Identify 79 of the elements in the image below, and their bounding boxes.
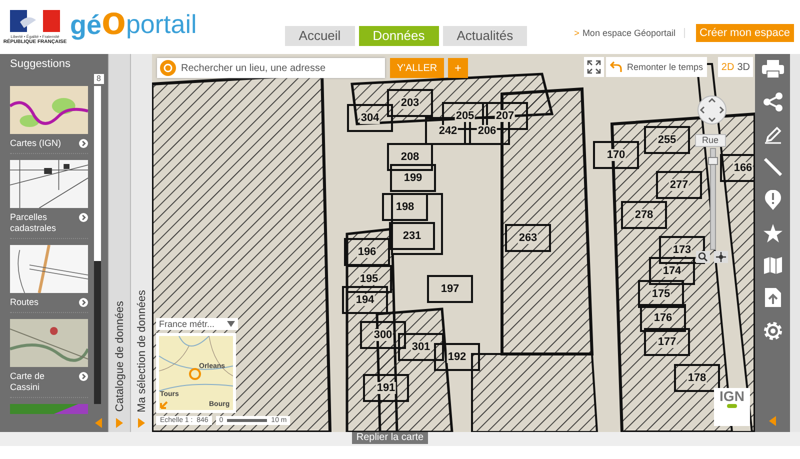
map-icon[interactable] <box>764 257 782 274</box>
ruler-icon[interactable] <box>764 158 782 176</box>
print-icon[interactable] <box>762 60 784 78</box>
nav-tab[interactable]: Accueil <box>284 26 355 46</box>
slider-handle[interactable] <box>708 156 718 165</box>
layer-label[interactable]: Routes <box>10 297 39 308</box>
map-thumbnail[interactable] <box>10 319 88 367</box>
parcel-number: 173 <box>672 244 692 256</box>
parcel-number: 196 <box>356 246 378 258</box>
layer-label[interactable]: Carte de Cassini <box>10 371 74 393</box>
undo-arrow-icon <box>610 61 622 73</box>
time-travel-button[interactable]: Remonter le temps <box>606 57 708 77</box>
parcel-number: 191 <box>376 382 396 394</box>
view-mode-toggle[interactable]: 3D <box>737 62 750 72</box>
parcel-number: 175 <box>650 288 672 300</box>
scrollbar[interactable] <box>94 86 101 404</box>
parcel-number: 177 <box>656 336 678 348</box>
zoom-level-label: Rue <box>695 134 726 147</box>
parcel-number: 300 <box>372 329 394 341</box>
alert-pin-icon[interactable] <box>764 190 780 210</box>
pencil-icon[interactable] <box>764 126 782 144</box>
side-panel-tab[interactable]: Catalogue de données <box>108 54 130 432</box>
chevron-right-icon[interactable] <box>79 298 88 307</box>
parcel-number: 278 <box>634 209 654 221</box>
parcel-number: 263 <box>518 232 538 244</box>
zoom-slider[interactable] <box>710 148 716 250</box>
nav-tab[interactable]: Actualités <box>442 26 528 46</box>
parcel-number: 203 <box>400 97 420 109</box>
parcel-number: 178 <box>686 372 708 384</box>
side-panel-tab[interactable]: Ma sélection de données <box>130 54 152 432</box>
ign-logo[interactable]: IGN <box>714 388 750 426</box>
parcel-number: 301 <box>410 341 432 353</box>
pan-control-icon[interactable] <box>697 95 727 125</box>
parcel-number: 170 <box>606 149 626 161</box>
parcel-number: 176 <box>652 312 674 324</box>
collapse-map-tab[interactable]: Replier la carte <box>352 432 428 444</box>
parcel-number: 242 <box>438 125 458 137</box>
map-thumbnail[interactable] <box>10 245 88 293</box>
parcel-number: 174 <box>662 265 682 277</box>
chevron-marker: > <box>574 28 580 38</box>
map-thumbnail[interactable] <box>10 86 88 134</box>
search-icon[interactable] <box>696 251 710 263</box>
star-icon[interactable] <box>762 224 782 243</box>
region-dropdown[interactable]: France métr... <box>156 318 238 330</box>
parcel-number: 194 <box>354 294 376 306</box>
search-field[interactable]: Rechercher un lieu, une adresse <box>157 58 385 78</box>
parcel-number: 192 <box>446 351 468 363</box>
marianne-flag-icon <box>10 10 60 32</box>
file-upload-icon[interactable] <box>764 288 780 307</box>
parcel-number: 166 <box>732 162 754 174</box>
count-badge: 8 <box>94 74 104 84</box>
layer-label[interactable]: Parcelles cadastrales <box>10 212 74 234</box>
panel-title: Suggestions <box>10 58 71 70</box>
account-link[interactable]: Mon espace Géoportail <box>582 28 684 38</box>
locate-icon[interactable] <box>714 251 728 263</box>
scrollbar-thumb[interactable] <box>94 261 101 404</box>
chevron-right-icon[interactable] <box>79 372 88 381</box>
share-icon[interactable] <box>762 92 782 112</box>
parcel-number: 255 <box>656 134 678 146</box>
parcel-number: 207 <box>494 110 516 122</box>
parcel-number: 206 <box>476 125 498 137</box>
dropdown-caret-icon <box>227 321 235 327</box>
parcel-number: 195 <box>358 273 380 285</box>
chevron-right-icon[interactable] <box>79 213 88 222</box>
parcel-number: 199 <box>402 172 424 184</box>
parcel-number: 197 <box>440 283 460 295</box>
parcel-number: 304 <box>360 112 380 124</box>
layer-label[interactable]: Cartes (IGN) <box>10 138 62 149</box>
parcel-number: 208 <box>400 151 420 163</box>
parcel-number: 277 <box>668 179 690 191</box>
chevron-right-icon[interactable] <box>79 139 88 148</box>
settings-icon[interactable] <box>762 321 782 341</box>
fullscreen-icon[interactable] <box>584 57 604 77</box>
parcel-number: 205 <box>454 110 476 122</box>
parcel-number: 231 <box>402 230 422 242</box>
map-thumbnail[interactable] <box>10 160 88 208</box>
scrollbar-track[interactable] <box>790 54 800 432</box>
geoportail-logo[interactable]: géoportail <box>70 0 197 40</box>
parcel-number: 198 <box>394 201 416 213</box>
